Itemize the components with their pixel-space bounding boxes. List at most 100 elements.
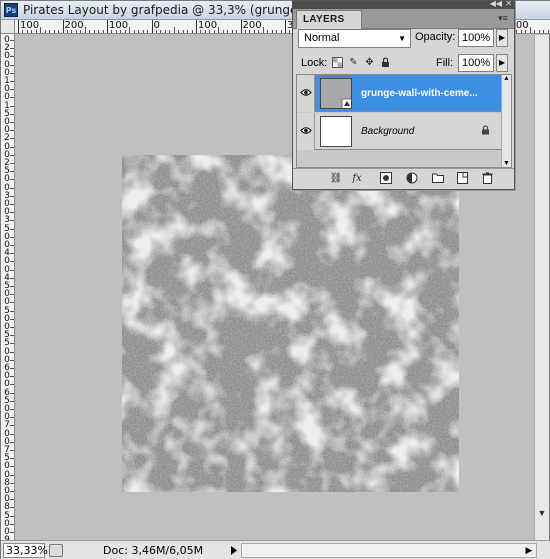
lock-transparent-pixels-icon[interactable] (332, 57, 343, 68)
ruler-minor-tick (66, 30, 68, 33)
lock-position-icon[interactable]: ✥ (364, 57, 375, 68)
blend-mode-value: Normal (304, 32, 340, 44)
scroll-right-icon[interactable]: ▶ (524, 545, 534, 556)
layer-row-grunge-wall[interactable]: grunge-wall-with-ceme... (297, 75, 502, 112)
ruler-minor-tick (520, 30, 522, 33)
ruler-minor-tick (289, 30, 291, 33)
ruler-minor-tick (10, 327, 14, 328)
link-icon[interactable]: ⛓ (329, 172, 343, 185)
ruler-minor-tick (26, 30, 28, 33)
close-panel-icon[interactable]: ✕ (505, 0, 512, 8)
ruler-minor-tick (10, 450, 14, 451)
lock-image-pixels-icon[interactable]: ✎ (348, 57, 359, 68)
ruler-minor-tick (84, 27, 86, 33)
ruler-major-tick (240, 20, 242, 33)
ruler-origin[interactable] (1, 20, 15, 34)
ruler-minor-tick (10, 204, 14, 205)
zoom-preview-icon[interactable] (49, 544, 63, 557)
photoshop-app-icon: Ps (4, 3, 18, 17)
fx-icon[interactable]: fx (350, 172, 364, 185)
tab-layers[interactable]: LAYERS (296, 10, 362, 29)
layer-list-scrollbar[interactable]: ▲ ▼ (501, 75, 511, 167)
eye-icon (300, 88, 312, 100)
opacity-field[interactable]: 100% (458, 29, 494, 47)
ruler-minor-tick (258, 30, 260, 33)
ruler-minor-tick (10, 286, 14, 287)
ruler-minor-tick (10, 523, 14, 525)
adjustment-icon[interactable] (405, 172, 419, 185)
ruler-minor-tick (10, 105, 14, 107)
ruler-minor-tick (231, 30, 233, 33)
ruler-minor-tick (10, 89, 14, 91)
ruler-minor-tick (98, 30, 100, 33)
lock-all-icon[interactable] (380, 57, 391, 68)
ruler-minor-tick (124, 30, 126, 33)
ruler-minor-tick (10, 474, 14, 476)
vertical-ruler[interactable]: 0200010015002002500300350040045005005500… (1, 34, 15, 540)
ruler-major-tick (62, 20, 64, 33)
ruler-minor-tick (10, 48, 14, 50)
scroll-down-icon[interactable]: ▼ (537, 508, 547, 518)
ruler-minor-tick (120, 30, 122, 33)
ruler-minor-tick (10, 228, 14, 230)
fill-field[interactable]: 100% (458, 54, 494, 72)
ruler-minor-tick (10, 294, 14, 296)
ruler-minor-tick (267, 30, 269, 33)
ruler-minor-tick (115, 30, 117, 33)
ruler-minor-tick (204, 30, 206, 33)
panel-menu-icon[interactable]: ▾≡ (496, 12, 510, 24)
ruler-minor-tick (40, 27, 42, 33)
ruler-minor-tick (10, 154, 14, 156)
ruler-minor-tick (200, 30, 202, 33)
ruler-minor-tick (10, 253, 14, 255)
visibility-toggle[interactable] (297, 113, 315, 150)
trash-icon[interactable] (480, 172, 494, 185)
ruler-minor-tick (10, 318, 14, 320)
blend-mode-select[interactable]: Normal ▼ (298, 29, 411, 48)
layer-name[interactable]: Background (361, 126, 414, 137)
ruler-minor-tick (10, 261, 14, 263)
new-layer-icon[interactable] (455, 172, 469, 185)
panel-title-strip[interactable]: ◀◀ ✕ (293, 0, 514, 9)
ruler-minor-tick (10, 343, 14, 345)
ruler-minor-tick (209, 30, 211, 33)
ruler-minor-tick (253, 30, 255, 33)
collapse-panel-icon[interactable]: ◀◀ (490, 0, 502, 8)
zoom-level-field[interactable]: 33,33% (3, 543, 48, 558)
grunge-wall-texture-image[interactable] (122, 155, 459, 492)
ruler-minor-tick (80, 30, 82, 33)
opacity-slider-arrow-icon[interactable]: ▶ (496, 29, 508, 47)
lock-label: Lock: (301, 57, 328, 69)
document-size-info: Doc: 3,46M/6,05M (103, 544, 204, 557)
horizontal-scrollbar[interactable]: ▶ (241, 543, 537, 558)
vertical-scrollbar[interactable]: ▼ (534, 35, 549, 540)
layers-panel-footer: ⛓ fx (293, 168, 514, 189)
ruler-minor-tick (10, 302, 14, 304)
ruler-minor-tick (10, 335, 14, 337)
fill-slider-arrow-icon[interactable]: ▶ (496, 54, 508, 72)
scroll-up-icon[interactable]: ▲ (503, 75, 510, 82)
layer-row-background[interactable]: Background (297, 113, 502, 150)
ruler-minor-tick (262, 27, 264, 33)
ruler-minor-tick (160, 30, 162, 33)
group-icon[interactable] (431, 172, 445, 185)
status-menu-arrow-icon[interactable] (229, 544, 239, 557)
ruler-minor-tick (10, 392, 14, 394)
ruler-minor-tick (178, 30, 180, 33)
mask-icon[interactable] (379, 172, 393, 185)
ruler-minor-tick (516, 30, 518, 33)
ruler-minor-tick (547, 30, 549, 33)
ruler-minor-tick (129, 27, 131, 33)
visibility-toggle[interactable] (297, 75, 315, 112)
ruler-minor-tick (10, 417, 14, 419)
ruler-minor-tick (182, 30, 184, 33)
ruler-minor-tick (10, 466, 14, 468)
ruler-minor-tick (10, 56, 14, 58)
layer-name[interactable]: grunge-wall-with-ceme... (361, 88, 478, 99)
ruler-minor-tick (10, 72, 14, 74)
scroll-down-icon[interactable]: ▼ (503, 160, 510, 167)
ruler-minor-tick (10, 433, 14, 435)
ruler-minor-tick (10, 359, 14, 361)
ruler-minor-tick (142, 30, 144, 33)
ruler-minor-tick (534, 30, 536, 33)
